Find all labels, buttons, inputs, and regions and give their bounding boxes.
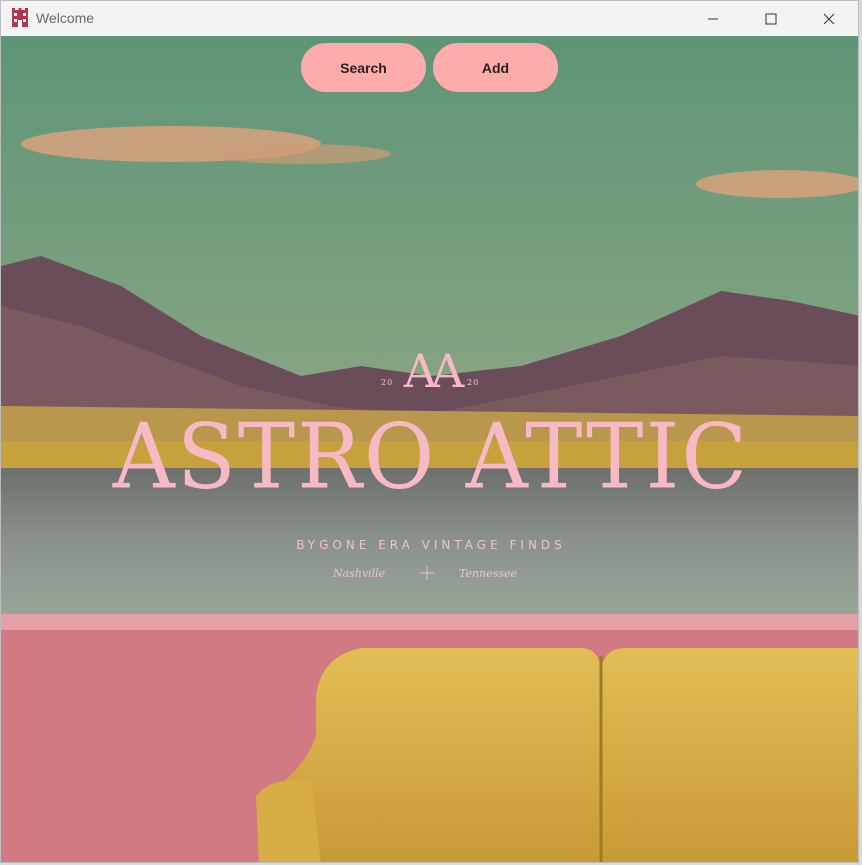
- brand-monogram: AA: [403, 344, 464, 398]
- close-button[interactable]: [800, 1, 858, 36]
- add-button[interactable]: Add: [433, 43, 558, 92]
- window-title: Welcome: [36, 10, 95, 26]
- brand-tagline: BYGONE ERA VINTAGE FINDS: [296, 538, 566, 552]
- title-bar: Welcome: [1, 1, 858, 36]
- minimize-button[interactable]: [684, 1, 742, 36]
- sparkle-icon: [420, 566, 434, 580]
- brand-name: ASTRO ATTIC: [112, 404, 750, 510]
- welcome-content: Search Add AA 20 20 ASTRO ATTIC BYGONE E…: [1, 36, 858, 862]
- search-button[interactable]: Search: [301, 43, 426, 92]
- maximize-button[interactable]: [742, 1, 800, 36]
- brand-state: Tennessee: [459, 567, 517, 580]
- brand-city: Nashville: [333, 567, 386, 580]
- minimize-icon: [708, 18, 718, 19]
- app-window: Welcome Search Add AA 20 20 ASTRO ATTIC …: [0, 0, 859, 863]
- close-icon: [823, 13, 835, 24]
- maximize-icon: [765, 13, 777, 24]
- castle-app-icon: [12, 8, 28, 27]
- brand-year-left: 20: [381, 378, 394, 387]
- brand-year-right: 20: [467, 378, 480, 387]
